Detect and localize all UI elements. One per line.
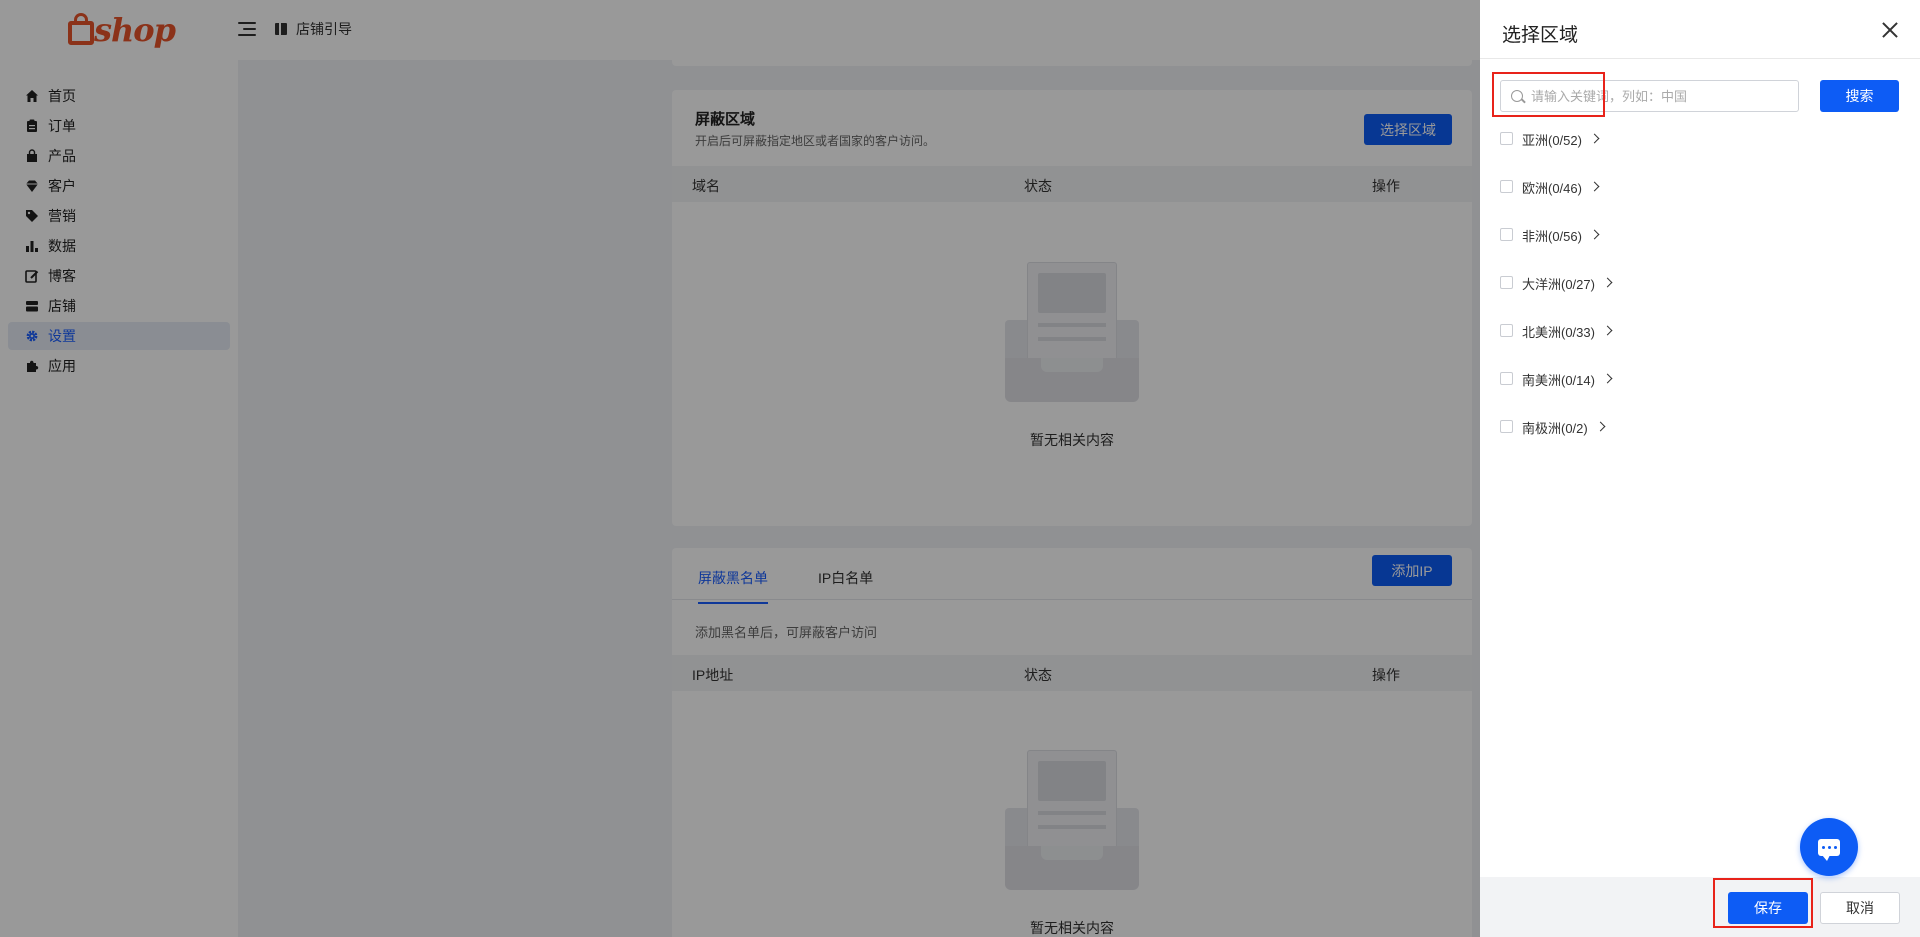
chevron-right-icon[interactable] — [1602, 373, 1613, 384]
checkbox[interactable] — [1500, 132, 1513, 145]
chevron-right-icon[interactable] — [1595, 421, 1606, 432]
chevron-right-icon[interactable] — [1589, 229, 1600, 240]
region-item-africa[interactable]: 非洲(0/56) — [1500, 220, 1900, 268]
region-label: 大洋洲(0/27) — [1522, 277, 1595, 292]
chevron-right-icon[interactable] — [1589, 133, 1600, 144]
cancel-button[interactable]: 取消 — [1820, 892, 1900, 924]
modal-overlay[interactable] — [0, 0, 1480, 937]
highlight-box — [1492, 72, 1605, 117]
region-label: 亚洲(0/52) — [1522, 133, 1582, 148]
search-button[interactable]: 搜索 — [1820, 80, 1899, 112]
checkbox[interactable] — [1500, 372, 1513, 385]
chat-button[interactable] — [1800, 818, 1858, 876]
region-item-north-america[interactable]: 北美洲(0/33) — [1500, 316, 1900, 364]
region-label: 欧洲(0/46) — [1522, 181, 1582, 196]
select-region-drawer: 选择区域 搜索 亚洲(0/52) 欧洲(0/46) 非洲(0/56) 大洋洲(0… — [1480, 0, 1920, 937]
chevron-right-icon[interactable] — [1602, 277, 1613, 288]
region-item-europe[interactable]: 欧洲(0/46) — [1500, 172, 1900, 220]
highlight-box — [1713, 878, 1813, 928]
drawer-title: 选择区域 — [1502, 25, 1579, 46]
region-item-south-america[interactable]: 南美洲(0/14) — [1500, 364, 1900, 412]
close-icon[interactable] — [1880, 20, 1900, 40]
checkbox[interactable] — [1500, 228, 1513, 241]
region-item-asia[interactable]: 亚洲(0/52) — [1500, 124, 1900, 172]
divider — [1480, 58, 1920, 59]
region-label: 北美洲(0/33) — [1522, 325, 1595, 340]
chevron-right-icon[interactable] — [1589, 181, 1600, 192]
region-label: 南美洲(0/14) — [1522, 373, 1595, 388]
region-label: 南极洲(0/2) — [1522, 421, 1588, 436]
chevron-right-icon[interactable] — [1602, 325, 1613, 336]
checkbox[interactable] — [1500, 324, 1513, 337]
chat-icon — [1818, 838, 1840, 861]
checkbox[interactable] — [1500, 180, 1513, 193]
checkbox[interactable] — [1500, 276, 1513, 289]
region-label: 非洲(0/56) — [1522, 229, 1582, 244]
region-item-antarctica[interactable]: 南极洲(0/2) — [1500, 412, 1900, 460]
region-list: 亚洲(0/52) 欧洲(0/46) 非洲(0/56) 大洋洲(0/27) 北美洲… — [1500, 124, 1900, 460]
checkbox[interactable] — [1500, 420, 1513, 433]
region-item-oceania[interactable]: 大洋洲(0/27) — [1500, 268, 1900, 316]
